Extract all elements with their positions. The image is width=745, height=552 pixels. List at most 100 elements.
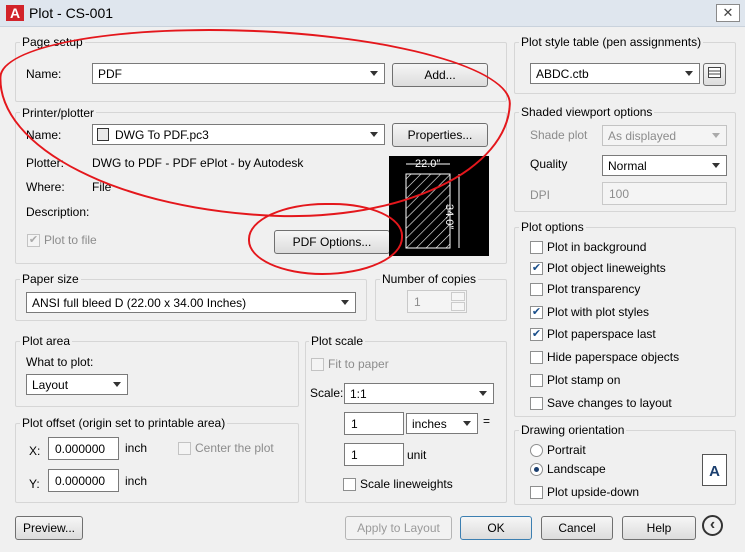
chevron-down-icon [685,71,693,76]
radio-selected-icon [530,463,543,476]
scale-paper-input[interactable]: 1 [344,412,404,435]
center-plot-checkbox[interactable]: Center the plot [178,441,274,457]
plot-style-select[interactable]: ABDC.ctb [530,63,700,84]
chevron-down-icon [113,382,121,387]
plot-to-file-label: Plot to file [44,233,97,247]
center-plot-label: Center the plot [195,441,274,455]
what-to-plot-select[interactable]: Layout [26,374,128,395]
plot-option-label: Plot paperspace last [547,327,656,341]
dpi-input[interactable]: 100 [602,182,727,205]
shade-plot-select[interactable]: As displayed [602,125,727,146]
scale-label: Scale: [310,386,344,400]
scale-equals: = [483,414,491,428]
offset-y-label: Y: [29,477,40,491]
plot-style-value: ABDC.ctb [536,67,589,81]
copies-spinner[interactable]: 1 [407,290,467,313]
checkmark-icon: ✔ [27,234,40,247]
scale-drawing-input[interactable]: 1 [344,443,404,466]
checkbox-box [178,442,191,455]
plot-area-label: Plot area [20,334,73,348]
plot-option-label: Plot with plot styles [547,305,650,319]
upside-down-label: Plot upside-down [547,485,640,499]
help-button[interactable]: Help [622,516,696,540]
paper-size-select[interactable]: ANSI full bleed D (22.00 x 34.00 Inches) [26,292,356,313]
plot-scale-label: Plot scale [309,334,366,348]
portrait-label: Portrait [547,443,586,457]
shade-plot-label: Shade plot [530,128,588,142]
radio-circle [530,444,543,457]
chevron-down-icon [341,300,349,305]
plot-option-label: Plot stamp on [547,373,621,387]
plot-style-editor-icon [708,67,721,78]
offset-x-label: X: [29,444,41,458]
spinner-up-icon[interactable] [451,292,465,301]
fit-to-paper-checkbox[interactable]: Fit to paper [311,357,389,373]
plot-option-checkbox[interactable]: ✔ Plot object lineweights [530,261,666,277]
spinner-down-icon[interactable] [451,302,465,311]
chevron-down-icon [712,133,720,138]
checkmark-icon: ✔ [530,262,543,275]
plot-option-label: Plot in background [547,240,647,254]
plot-option-checkbox[interactable]: Plot stamp on [530,373,620,389]
chevron-down-icon [463,421,471,426]
what-to-plot-value: Layout [32,378,69,392]
offset-x-unit: inch [125,441,148,455]
where-label: Where: [26,180,65,194]
collapse-arrow-icon[interactable]: ‹ [702,515,723,536]
quality-value: Normal [608,159,647,173]
offset-y-unit: inch [125,474,148,488]
scale-lineweights-label: Scale lineweights [360,477,453,491]
autocad-logo-icon: A [6,5,24,21]
plot-option-label: Save changes to layout [547,396,672,410]
copies-value: 1 [414,295,421,309]
checkmark-icon: ✔ [530,306,543,319]
plot-option-label: Plot object lineweights [547,261,666,275]
shaded-viewport-label: Shaded viewport options [519,105,655,119]
checkbox-box [530,486,543,499]
scale-unit-label: unit [407,448,427,462]
chevron-down-icon [712,163,720,168]
quality-select[interactable]: Normal [602,155,727,176]
scale-units-value: inches [412,417,447,431]
plot-option-checkbox[interactable]: Plot transparency [530,282,640,298]
paper-size-label: Paper size [20,272,81,286]
paper-size-value: ANSI full bleed D (22.00 x 34.00 Inches) [32,296,247,310]
plot-to-file-checkbox[interactable]: ✔ Plot to file [27,233,97,249]
plot-option-checkbox[interactable]: ✔ Plot paperspace last [530,327,656,343]
offset-y-input[interactable]: 0.000000 [48,469,119,492]
window-title: Plot - CS-001 [29,5,114,21]
landscape-radio[interactable]: Landscape [530,462,606,478]
checkmark-icon: ✔ [530,328,543,341]
checkbox-box [530,283,543,296]
plot-option-checkbox[interactable]: Save changes to layout [530,396,672,412]
plot-style-label: Plot style table (pen assignments) [519,35,704,49]
preview-height-label: 34.0″ [443,204,455,230]
dpi-label: DPI [530,188,551,202]
close-button[interactable]: ✕ [716,4,740,22]
plot-option-checkbox[interactable]: Plot in background [530,240,646,256]
annotation-ellipse-pdf-options [248,203,403,275]
checkbox-box [530,397,543,410]
plot-options-label: Plot options [519,220,586,234]
plot-option-checkbox[interactable]: ✔ Plot with plot styles [530,305,649,321]
cancel-button[interactable]: Cancel [541,516,613,540]
fit-to-paper-label: Fit to paper [328,357,389,371]
plot-option-label: Plot transparency [547,282,641,296]
preview-button[interactable]: Preview... [15,516,83,540]
plot-option-checkbox[interactable]: Hide paperspace objects [530,350,679,366]
apply-to-layout-button[interactable]: Apply to Layout [345,516,452,540]
plot-offset-label: Plot offset (origin set to printable are… [20,416,228,430]
landscape-label: Landscape [547,462,606,476]
portrait-radio[interactable]: Portrait [530,443,586,459]
checkbox-box [343,478,356,491]
plot-option-label: Hide paperspace objects [547,350,680,364]
description-label: Description: [26,205,90,219]
scale-lineweights-checkbox[interactable]: Scale lineweights [343,477,453,493]
upside-down-checkbox[interactable]: Plot upside-down [530,485,639,501]
offset-x-input[interactable]: 0.000000 [48,437,119,460]
chevron-down-icon [479,391,487,396]
scale-select[interactable]: 1:1 [344,383,494,404]
scale-units-select[interactable]: inches [406,413,478,434]
ok-button[interactable]: OK [460,516,532,540]
edit-plot-style-button[interactable] [703,63,726,86]
